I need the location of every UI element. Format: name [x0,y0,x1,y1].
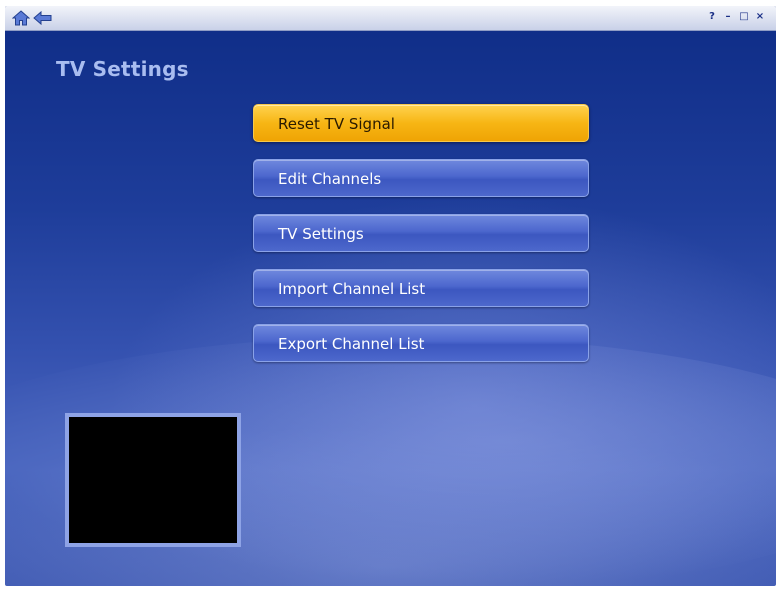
tv-settings-button[interactable]: TV Settings [253,214,589,252]
media-center-window: ? – □ × TV Settings Reset TV Signal Edit… [5,6,776,586]
maximize-button[interactable]: □ [738,10,750,24]
home-icon [12,10,30,26]
close-button[interactable]: × [754,10,766,24]
minimize-button[interactable]: – [722,10,734,24]
back-button[interactable] [33,9,53,27]
tv-preview-window[interactable] [65,413,241,547]
window-controls: ? – □ × [706,10,766,24]
home-button[interactable] [11,9,31,27]
import-channel-list-button[interactable]: Import Channel List [253,269,589,307]
back-arrow-icon [33,10,52,26]
reset-tv-signal-button[interactable]: Reset TV Signal [253,104,589,142]
page-title: TV Settings [56,57,189,81]
edit-channels-button[interactable]: Edit Channels [253,159,589,197]
export-channel-list-button[interactable]: Export Channel List [253,324,589,362]
title-bar: ? – □ × [5,6,776,31]
help-button[interactable]: ? [706,10,718,24]
settings-menu: Reset TV Signal Edit Channels TV Setting… [253,104,591,379]
